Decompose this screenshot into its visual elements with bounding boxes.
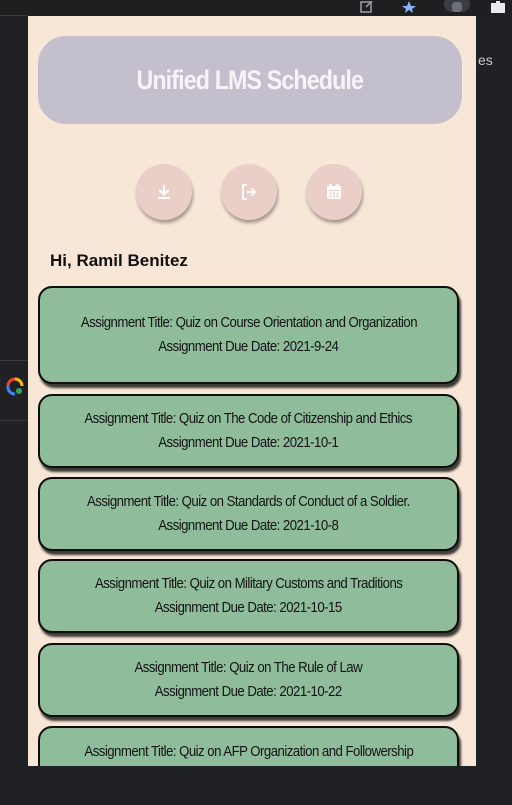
assignment-card[interactable]: Assignment Title: Quiz on AFP Organizati… <box>38 726 459 766</box>
assignment-title: Assignment Title: Quiz on The Code of Ci… <box>84 410 413 427</box>
assignment-title: Assignment Title: Quiz on AFP Organizati… <box>84 743 413 760</box>
assignment-card[interactable]: Assignment Title: Quiz on Course Orienta… <box>38 286 459 384</box>
divider <box>0 360 27 361</box>
calendar-button[interactable] <box>306 164 362 220</box>
profile-icon[interactable] <box>444 0 470 12</box>
open-in-new-icon[interactable] <box>359 0 375 14</box>
page-title: Unified LMS Schedule <box>136 64 364 95</box>
assignment-card[interactable]: Assignment Title: Quiz on Standards of C… <box>38 477 459 551</box>
divider <box>0 15 27 16</box>
divider <box>0 420 27 421</box>
puzzle-icon[interactable] <box>488 0 508 14</box>
download-button[interactable] <box>136 164 192 220</box>
assignment-due-date: Assignment Due Date: 2021-10-8 <box>158 517 339 534</box>
star-icon[interactable] <box>400 0 418 14</box>
assignment-title: Assignment Title: Quiz on Course Orienta… <box>80 314 417 331</box>
assignment-title: Assignment Title: Quiz on Military Custo… <box>94 575 403 592</box>
header-banner: Unified LMS Schedule <box>38 36 462 124</box>
assignment-card[interactable]: Assignment Title: Quiz on The Code of Ci… <box>38 394 459 468</box>
assignment-card[interactable]: Assignment Title: Quiz on Military Custo… <box>38 559 459 633</box>
assignment-due-date: Assignment Due Date: 2021-10-1 <box>158 434 339 451</box>
assignment-due-date: Assignment Due Date: 2021-10-15 <box>155 599 342 616</box>
google-lens-icon[interactable] <box>4 376 28 400</box>
assignment-card[interactable]: Assignment Title: Quiz on The Rule of La… <box>38 643 459 717</box>
logout-button[interactable] <box>221 164 277 220</box>
logout-icon <box>242 184 257 200</box>
assignment-title: Assignment Title: Quiz on Standards of C… <box>87 493 410 510</box>
assignment-title: Assignment Title: Quiz on The Rule of La… <box>134 659 363 676</box>
browser-toolbar <box>0 0 512 16</box>
background-page-text: es <box>478 52 493 68</box>
calendar-icon <box>327 184 341 199</box>
extension-popup: Unified LMS Schedule Hi, Ramil Benitez A… <box>28 16 476 766</box>
action-bar <box>28 164 476 226</box>
assignment-due-date: Assignment Due Date: 2021-9-24 <box>158 338 339 355</box>
assignment-due-date: Assignment Due Date: 2021-10-22 <box>155 683 342 700</box>
download-icon <box>158 185 170 199</box>
greeting-text: Hi, Ramil Benitez <box>50 251 188 270</box>
